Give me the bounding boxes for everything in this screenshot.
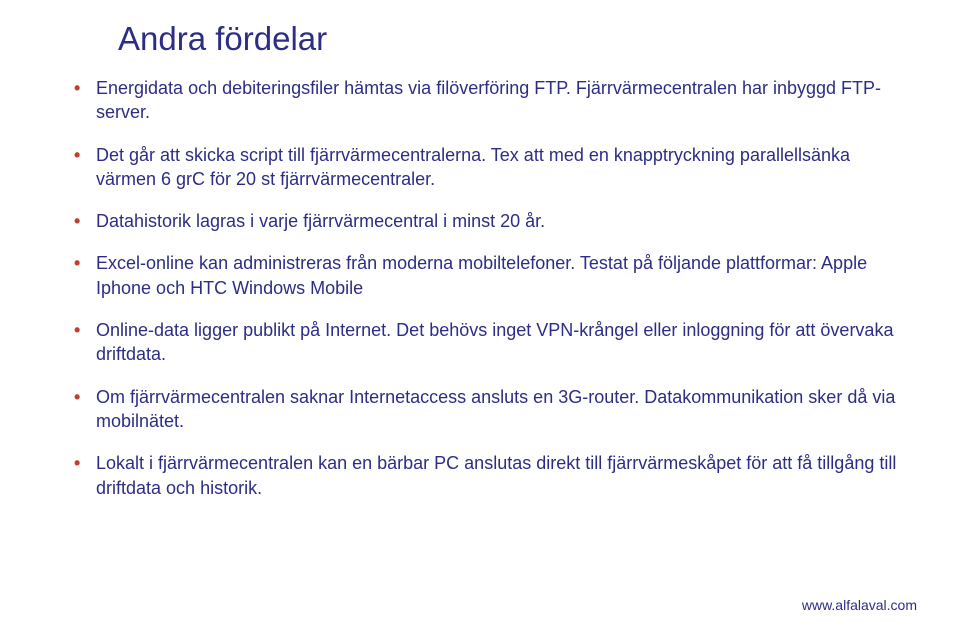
- footer-domain: alfalaval.com: [835, 597, 917, 613]
- list-item: Om fjärrvärmecentralen saknar Internetac…: [60, 385, 899, 434]
- list-item: Energidata och debiteringsfiler hämtas v…: [60, 76, 899, 125]
- bullet-list: Energidata och debiteringsfiler hämtas v…: [60, 76, 899, 500]
- list-item: Excel-online kan administreras från mode…: [60, 251, 899, 300]
- list-item: Lokalt i fjärrvärmecentralen kan en bärb…: [60, 451, 899, 500]
- list-item: Datahistorik lagras i varje fjärrvärmece…: [60, 209, 899, 233]
- footer-prefix: www.: [802, 597, 835, 613]
- list-item: Online-data ligger publikt på Internet. …: [60, 318, 899, 367]
- list-item: Det går att skicka script till fjärrvärm…: [60, 143, 899, 192]
- footer-url: www.alfalaval.com: [802, 597, 917, 613]
- page-title: Andra fördelar: [118, 20, 899, 58]
